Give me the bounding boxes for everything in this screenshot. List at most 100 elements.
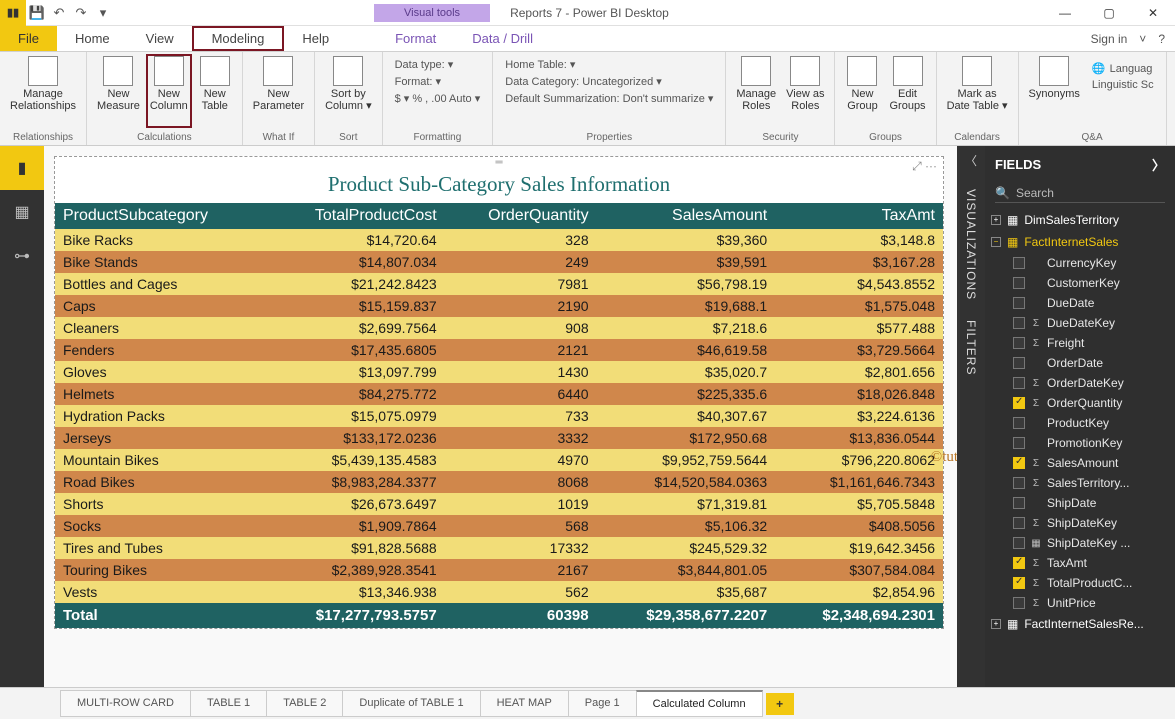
- summarization-dropdown[interactable]: Default Summarization: Don't summarize ▾: [505, 92, 713, 105]
- table-row[interactable]: Mountain Bikes$5,439,135.45834970$9,952,…: [55, 449, 943, 471]
- table-row[interactable]: Touring Bikes$2,389,928.35412167$3,844,8…: [55, 559, 943, 581]
- field-checkbox[interactable]: [1013, 497, 1025, 509]
- mark-as-date-table-button[interactable]: Mark as Date Table ▾: [943, 54, 1012, 128]
- field-checkbox[interactable]: [1013, 277, 1025, 289]
- table-row[interactable]: Shorts$26,673.64971019$71,319.81$5,705.5…: [55, 493, 943, 515]
- field-checkbox[interactable]: [1013, 357, 1025, 369]
- column-header[interactable]: TaxAmt: [775, 203, 943, 229]
- field-checkbox[interactable]: [1013, 537, 1025, 549]
- field-checkbox[interactable]: [1013, 477, 1025, 489]
- help-icon[interactable]: ?: [1158, 32, 1165, 46]
- fields-search[interactable]: 🔍 Search: [995, 184, 1165, 203]
- table-node[interactable]: +▦DimSalesTerritory: [985, 209, 1175, 231]
- new-parameter-button[interactable]: New Parameter: [249, 54, 308, 128]
- new-table-button[interactable]: New Table: [194, 54, 236, 128]
- language-button[interactable]: 🌐 Languag: [1092, 62, 1154, 75]
- focus-mode-icon[interactable]: ⤢ ⋯: [912, 159, 937, 174]
- add-page-button[interactable]: +: [766, 693, 794, 715]
- sign-in-link[interactable]: Sign in: [1091, 32, 1128, 46]
- data-category-dropdown[interactable]: Data Category: Uncategorized ▾: [505, 75, 713, 88]
- field-item[interactable]: OrderDate: [985, 353, 1175, 373]
- field-checkbox[interactable]: [1013, 257, 1025, 269]
- home-tab[interactable]: Home: [57, 26, 128, 51]
- field-checkbox[interactable]: [1013, 577, 1025, 589]
- save-icon[interactable]: 💾: [26, 2, 48, 24]
- table-row[interactable]: Caps$15,159.8372190$19,688.1$1,575.048: [55, 295, 943, 317]
- field-item[interactable]: ΣFreight: [985, 333, 1175, 353]
- undo-icon[interactable]: ↶: [48, 2, 70, 24]
- column-header[interactable]: TotalProductCost: [265, 203, 445, 229]
- table-row[interactable]: Gloves$13,097.7991430$35,020.7$2,801.656: [55, 361, 943, 383]
- field-item[interactable]: ΣSalesAmount: [985, 453, 1175, 473]
- field-checkbox[interactable]: [1013, 337, 1025, 349]
- field-item[interactable]: ▦ShipDateKey ...: [985, 533, 1175, 553]
- new-group-button[interactable]: New Group: [841, 54, 883, 128]
- view-tab[interactable]: View: [128, 26, 192, 51]
- field-item[interactable]: ΣDueDateKey: [985, 313, 1175, 333]
- number-format-controls[interactable]: $ ▾ % , .00 Auto ▾: [395, 92, 481, 105]
- page-tab[interactable]: HEAT MAP: [480, 690, 569, 717]
- table-row[interactable]: Socks$1,909.7864568$5,106.32$408.5056: [55, 515, 943, 537]
- sort-by-column-button[interactable]: Sort by Column ▾: [321, 54, 375, 128]
- field-item[interactable]: ΣOrderQuantity: [985, 393, 1175, 413]
- field-item[interactable]: ΣShipDateKey: [985, 513, 1175, 533]
- field-item[interactable]: ProductKey: [985, 413, 1175, 433]
- close-button[interactable]: ✕: [1131, 0, 1175, 26]
- visual-grip-icon[interactable]: ═: [55, 157, 943, 168]
- table-row[interactable]: Helmets$84,275.7726440$225,335.6$18,026.…: [55, 383, 943, 405]
- field-checkbox[interactable]: [1013, 377, 1025, 389]
- collapse-ribbon-icon[interactable]: ˅: [1139, 32, 1146, 46]
- table-row[interactable]: Hydration Packs$15,075.0979733$40,307.67…: [55, 405, 943, 427]
- field-item[interactable]: PromotionKey: [985, 433, 1175, 453]
- visualizations-tab[interactable]: VISUALIZATIONS: [964, 189, 978, 300]
- table-row[interactable]: Road Bikes$8,983,284.33778068$14,520,584…: [55, 471, 943, 493]
- field-checkbox[interactable]: [1013, 457, 1025, 469]
- page-tab[interactable]: MULTI-ROW CARD: [60, 690, 191, 717]
- field-checkbox[interactable]: [1013, 517, 1025, 529]
- format-dropdown[interactable]: Format: ▾: [395, 75, 481, 88]
- format-tab[interactable]: Format: [377, 26, 454, 51]
- table-node[interactable]: +▦FactInternetSalesRe...: [985, 613, 1175, 635]
- table-row[interactable]: Bike Racks$14,720.64328$39,360$3,148.8: [55, 229, 943, 251]
- column-header[interactable]: ProductSubcategory: [55, 203, 265, 229]
- data-type-dropdown[interactable]: Data type: ▾: [395, 58, 481, 71]
- home-table-dropdown[interactable]: Home Table: ▾: [505, 58, 713, 71]
- field-checkbox[interactable]: [1013, 317, 1025, 329]
- table-row[interactable]: Tires and Tubes$91,828.568817332$245,529…: [55, 537, 943, 559]
- table-node[interactable]: −▦FactInternetSales: [985, 231, 1175, 253]
- table-row[interactable]: Jerseys$133,172.02363332$172,950.68$13,8…: [55, 427, 943, 449]
- expand-panels-icon[interactable]: 〈: [965, 152, 977, 169]
- report-view-icon[interactable]: ▮: [0, 146, 44, 190]
- field-checkbox[interactable]: [1013, 437, 1025, 449]
- page-tab[interactable]: Duplicate of TABLE 1: [342, 690, 480, 717]
- model-view-icon[interactable]: ⊶: [0, 234, 44, 278]
- field-item[interactable]: ΣOrderDateKey: [985, 373, 1175, 393]
- collapse-fields-icon[interactable]: 〉: [1152, 155, 1165, 174]
- field-item[interactable]: ΣTotalProductC...: [985, 573, 1175, 593]
- field-item[interactable]: ShipDate: [985, 493, 1175, 513]
- report-canvas[interactable]: ═ ⤢ ⋯ Product Sub-Category Sales Informa…: [44, 146, 957, 687]
- data-drill-tab[interactable]: Data / Drill: [454, 26, 551, 51]
- manage-roles-button[interactable]: Manage Roles: [732, 54, 780, 128]
- qat-dropdown-icon[interactable]: ▾: [92, 2, 114, 24]
- minimize-button[interactable]: —: [1043, 0, 1087, 26]
- filters-tab[interactable]: FILTERS: [964, 320, 978, 375]
- page-tab[interactable]: Calculated Column: [636, 690, 763, 717]
- table-row[interactable]: Fenders$17,435.68052121$46,619.58$3,729.…: [55, 339, 943, 361]
- data-view-icon[interactable]: ▦: [0, 190, 44, 234]
- table-row[interactable]: Vests$13,346.938562$35,687$2,854.96: [55, 581, 943, 603]
- column-header[interactable]: OrderQuantity: [445, 203, 597, 229]
- new-measure-button[interactable]: New Measure: [93, 54, 144, 128]
- field-item[interactable]: ΣTaxAmt: [985, 553, 1175, 573]
- view-as-roles-button[interactable]: View as Roles: [782, 54, 828, 128]
- field-item[interactable]: ΣSalesTerritory...: [985, 473, 1175, 493]
- manage-relationships-button[interactable]: Manage Relationships: [6, 54, 80, 128]
- field-item[interactable]: ΣUnitPrice: [985, 593, 1175, 613]
- modeling-tab[interactable]: Modeling: [192, 26, 285, 51]
- maximize-button[interactable]: ▢: [1087, 0, 1131, 26]
- table-visual[interactable]: ═ ⤢ ⋯ Product Sub-Category Sales Informa…: [54, 156, 944, 629]
- edit-groups-button[interactable]: Edit Groups: [885, 54, 929, 128]
- redo-icon[interactable]: ↷: [70, 2, 92, 24]
- page-tab[interactable]: TABLE 2: [266, 690, 343, 717]
- table-row[interactable]: Bottles and Cages$21,242.84237981$56,798…: [55, 273, 943, 295]
